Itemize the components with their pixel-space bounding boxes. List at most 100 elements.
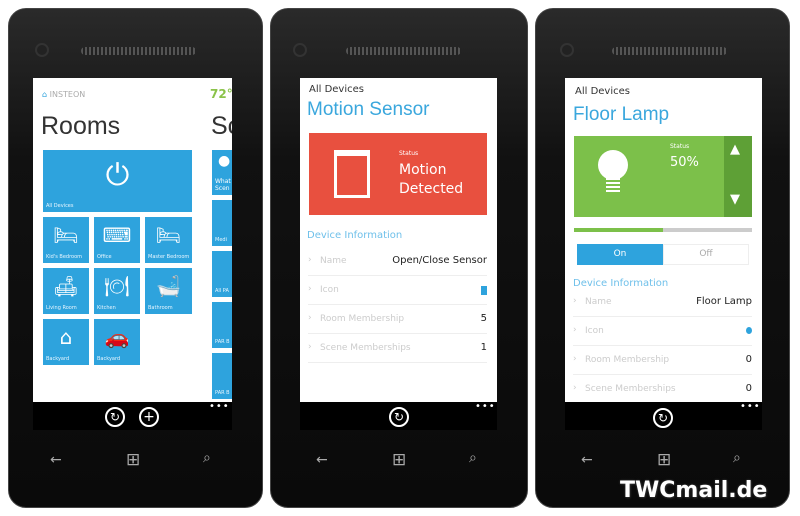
sync-button[interactable]: ↻ — [105, 407, 125, 427]
tile-master-bedroom[interactable]: 🛏 Master Bedroom — [145, 217, 192, 263]
off-button[interactable]: Off — [663, 244, 749, 265]
insteon-logo: ⌂ INSTEON — [42, 90, 86, 99]
light-bulb-base — [606, 178, 620, 192]
status-tile: Status Motion Detected — [309, 133, 487, 215]
camera — [560, 43, 574, 57]
tile-kids-bedroom[interactable]: 🛏 Kid's Bedroom — [43, 217, 89, 263]
window-sensor-icon — [334, 150, 370, 198]
tile-label: What Scen — [215, 178, 231, 192]
light-bulb-icon — [598, 150, 628, 180]
page-title: Floor Lamp — [573, 104, 670, 125]
tile-label: Backyard — [46, 356, 70, 362]
row-key: Scene Memberships — [585, 384, 676, 394]
breadcrumb[interactable]: All Devices — [575, 86, 630, 97]
tile-living-room[interactable]: 🛋 Living Room — [43, 268, 89, 314]
status-value: Motion Detected — [399, 162, 464, 197]
more-button[interactable]: ••• — [209, 401, 230, 412]
level-down-button[interactable]: ▼ — [730, 192, 740, 207]
tile-office[interactable]: ⌨ Office — [94, 217, 140, 263]
search-button[interactable]: ⌕ — [469, 450, 477, 466]
on-button[interactable]: On — [577, 244, 663, 265]
rooms-screen: ⌂ INSTEON 72° Rooms Sc ⏻ All Devices 🛏 Ki… — [33, 78, 232, 402]
more-button[interactable]: ••• — [475, 401, 496, 412]
tile-backyard[interactable]: ⌂ Backyard — [43, 319, 89, 365]
tile-label: Bathroom — [148, 305, 173, 311]
back-button[interactable]: ← — [316, 452, 328, 468]
tile-label: PAR B — [215, 339, 230, 345]
info-row-scene-memberships[interactable]: › Scene Memberships 0 — [573, 376, 752, 402]
add-button[interactable]: + — [139, 407, 159, 427]
info-row-name[interactable]: › Name Floor Lamp — [573, 289, 752, 317]
camera — [35, 43, 49, 57]
bed-icon: 🛏 — [155, 223, 182, 247]
row-key: Name — [320, 256, 347, 266]
back-button[interactable]: ← — [581, 452, 593, 468]
bed-icon: 🛏 — [53, 223, 79, 247]
chevron-right-icon: › — [308, 255, 312, 265]
sensor-icon — [481, 286, 487, 295]
level-up-button[interactable]: ▲ — [730, 142, 740, 157]
chevron-right-icon: › — [573, 296, 577, 306]
scene-tile[interactable]: PAR B — [212, 353, 232, 399]
chevron-right-icon: › — [308, 342, 312, 352]
start-button[interactable]: ⊞ — [392, 450, 406, 470]
speaker-grille — [612, 47, 727, 55]
breadcrumb[interactable]: All Devices — [309, 84, 364, 95]
search-button[interactable]: ⌕ — [203, 450, 211, 466]
section-device-information: Device Information — [573, 278, 669, 289]
info-row-room-membership[interactable]: › Room Membership 5 — [308, 306, 487, 334]
status-label: Status — [399, 150, 419, 157]
tile-label: Kid's Bedroom — [46, 254, 83, 260]
row-key: Scene Memberships — [320, 343, 411, 353]
speaker-grille — [346, 47, 461, 55]
speaker-grille — [81, 47, 196, 55]
search-button[interactable]: ⌕ — [733, 450, 741, 466]
row-value: 5 — [480, 313, 487, 324]
tile-bathroom[interactable]: 🛁 Bathroom — [145, 268, 192, 314]
info-row-scene-memberships[interactable]: › Scene Memberships 1 — [308, 335, 487, 363]
info-row-room-membership[interactable]: › Room Membership 0 — [573, 347, 752, 375]
tile-label: All PA — [215, 288, 229, 294]
status-tile: Status 50% ▲ ▼ — [574, 136, 752, 217]
sync-button[interactable]: ↻ — [653, 408, 673, 428]
info-row-icon[interactable]: › Icon — [308, 277, 487, 305]
info-row-icon[interactable]: › Icon — [573, 318, 752, 346]
scene-tile[interactable]: ● What Scen — [212, 150, 232, 195]
scene-tile[interactable]: Medi — [212, 200, 232, 246]
bathtub-icon: 🛁 — [156, 274, 181, 298]
tile-label: Office — [97, 254, 112, 260]
tile-backyard-garage[interactable]: 🚗 Backyard — [94, 319, 140, 365]
sync-button[interactable]: ↻ — [389, 407, 409, 427]
tile-label: All Devices — [46, 203, 74, 209]
tile-label: Medi — [215, 237, 227, 243]
status-label: Status — [670, 143, 690, 150]
info-row-name[interactable]: › Name Open/Close Sensor — [308, 248, 487, 276]
chevron-right-icon: › — [573, 354, 577, 364]
floor-lamp-screen: All Devices Floor Lamp Status 50% ▲ ▼ On… — [565, 78, 762, 402]
watermark: TWCmail.de — [620, 478, 768, 503]
motion-sensor-screen: All Devices Motion Sensor Status Motion … — [300, 78, 497, 402]
chevron-right-icon: › — [308, 313, 312, 323]
row-value: Floor Lamp — [696, 296, 752, 307]
tile-all-devices[interactable]: ⏻ All Devices — [43, 150, 192, 212]
scene-tile[interactable]: All PA — [212, 251, 232, 297]
scene-tile[interactable]: PAR B — [212, 302, 232, 348]
next-panel-title: Sc — [211, 112, 232, 140]
page-title: Rooms — [41, 112, 121, 140]
page-title: Motion Sensor — [307, 99, 430, 120]
start-button[interactable]: ⊞ — [126, 450, 140, 470]
tile-label: Master Bedroom — [148, 254, 190, 260]
section-device-information: Device Information — [307, 230, 403, 241]
camera — [293, 43, 307, 57]
back-button[interactable]: ← — [50, 452, 62, 468]
house-icon: ⌂ — [59, 325, 73, 349]
tile-label: Living Room — [46, 305, 77, 311]
logo-text: INSTEON — [49, 90, 86, 99]
sofa-icon: 🛋 — [53, 274, 79, 298]
row-key: Icon — [320, 285, 339, 295]
start-button[interactable]: ⊞ — [657, 450, 671, 470]
chevron-right-icon: › — [573, 325, 577, 335]
tile-kitchen[interactable]: 🍽 Kitchen — [94, 268, 140, 314]
level-slider[interactable] — [574, 228, 752, 232]
more-button[interactable]: ••• — [740, 401, 761, 412]
